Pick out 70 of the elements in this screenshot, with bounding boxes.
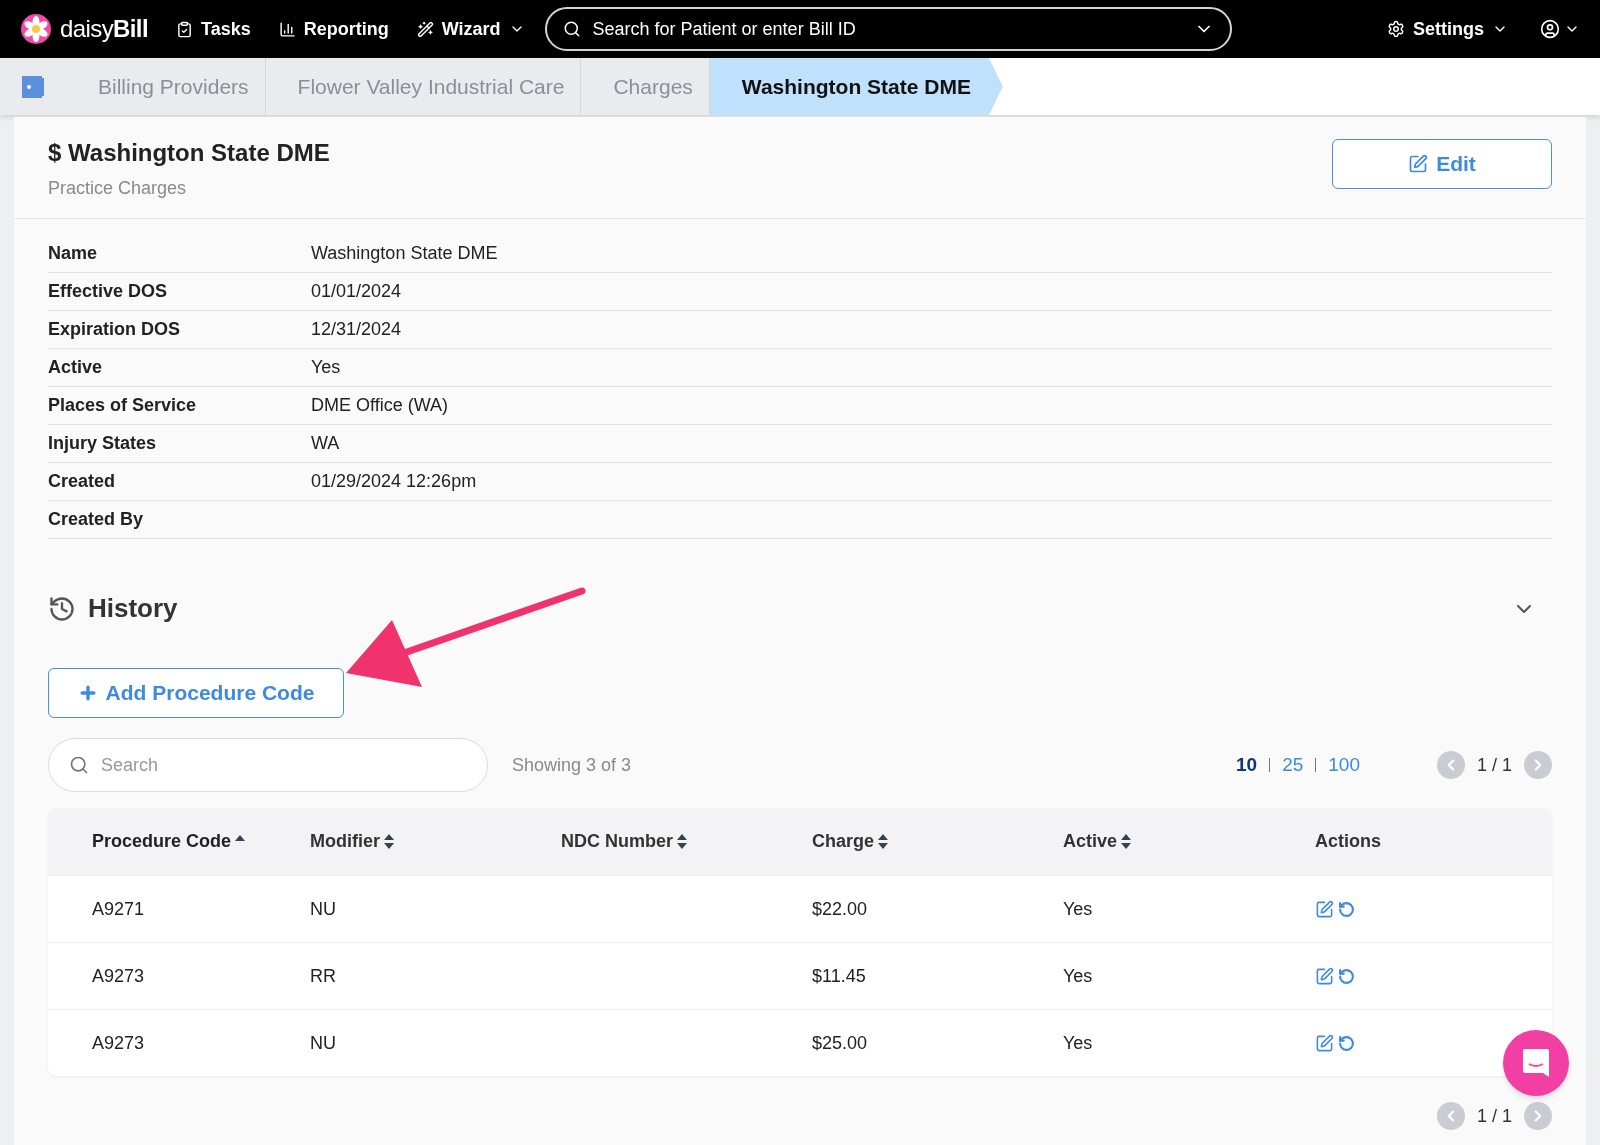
page-size-option[interactable]: 10 <box>1236 750 1258 780</box>
settings-icon <box>1387 20 1405 38</box>
detail-value: 12/31/2024 <box>311 318 402 341</box>
settings-menu[interactable]: Settings <box>1387 15 1508 43</box>
nav-menu-item[interactable]: Tasks <box>175 15 251 43</box>
history-icon[interactable] <box>1338 900 1355 918</box>
table-cell-text: $11.45 <box>812 964 866 988</box>
column-header[interactable]: Charge <box>812 828 888 855</box>
table-cell-text: Yes <box>1063 1031 1093 1055</box>
table-cell-text: $25.00 <box>812 1031 868 1055</box>
detail-label: Injury States <box>48 432 158 455</box>
detail-label: Created By <box>48 508 145 531</box>
app-logo-text[interactable]: daisyBill <box>60 11 148 47</box>
table-cell-text: NU <box>310 1031 336 1055</box>
detail-value: Washington State DME <box>311 242 498 265</box>
table-cell-text: Yes <box>1063 964 1093 988</box>
nav-menu-item[interactable]: Wizard <box>416 15 525 43</box>
table-cell-text: A9273 <box>92 1031 145 1055</box>
flower-logo-icon <box>20 13 52 45</box>
nav-menu-item[interactable]: Reporting <box>278 15 389 43</box>
binder-icon[interactable] <box>20 73 46 100</box>
edit-icon[interactable] <box>1315 899 1334 919</box>
detail-label: Created <box>48 470 117 493</box>
table-cell-text: Yes <box>1063 897 1093 921</box>
edit-icon[interactable] <box>1315 966 1334 986</box>
detail-value: Yes <box>311 356 341 379</box>
patient-search-field[interactable]: Search for Patient or enter Bill ID <box>544 7 1232 51</box>
search-icon <box>562 20 581 38</box>
column-header[interactable]: Procedure Code <box>92 828 246 855</box>
column-header[interactable]: NDC Number <box>561 828 687 855</box>
detail-label: Effective DOS <box>48 280 169 303</box>
search-icon <box>69 755 89 775</box>
page-indicator: 1 / 1 <box>1476 753 1512 777</box>
table-cell-text: A9273 <box>92 964 145 988</box>
page-indicator: 1 / 1 <box>1476 1104 1512 1128</box>
results-count: Showing 3 of 3 <box>512 753 632 777</box>
chat-bubble-icon <box>1521 1047 1551 1079</box>
clipboard-icon <box>175 20 193 38</box>
column-header[interactable]: Active <box>1063 828 1132 855</box>
detail-value: WA <box>311 432 340 455</box>
user-icon <box>1540 19 1560 39</box>
add-procedure-code-button[interactable]: Add Procedure Code <box>48 668 344 718</box>
section-title: History <box>88 592 178 625</box>
column-header: Actions <box>1315 830 1381 853</box>
patient-search-input[interactable]: Search for Patient or enter Bill ID <box>592 15 1182 43</box>
history-icon[interactable] <box>1338 1034 1355 1052</box>
page-subtitle: Practice Charges <box>48 177 188 200</box>
table-cell-text: NU <box>310 897 336 921</box>
table-cell-text: A9271 <box>92 897 145 921</box>
table-cell-text: $22.00 <box>812 897 868 921</box>
bar-chart-icon <box>278 20 296 38</box>
detail-value: 01/01/2024 <box>311 280 402 303</box>
detail-value: DME Office (WA) <box>311 394 448 417</box>
wand-icon <box>416 20 434 38</box>
detail-label: Expiration DOS <box>48 318 182 341</box>
history-icon <box>48 594 76 623</box>
edit-icon[interactable] <box>1315 1033 1334 1053</box>
page-title: $ Washington State DME <box>48 138 330 168</box>
detail-label: Active <box>48 356 104 379</box>
column-header[interactable]: Modifier <box>310 828 394 855</box>
edit-icon <box>1408 154 1429 174</box>
edit-button[interactable]: Edit <box>1332 139 1552 189</box>
detail-label: Places of Service <box>48 394 198 417</box>
table-search-input[interactable]: Search <box>101 751 467 779</box>
table-cell-text: RR <box>310 964 336 988</box>
breadcrumb-item[interactable]: Washington State DME <box>709 58 1003 115</box>
detail-value: 01/29/2024 12:26pm <box>311 470 477 493</box>
table-search-field[interactable]: Search <box>48 738 488 792</box>
detail-label: Name <box>48 242 99 265</box>
history-icon[interactable] <box>1338 967 1355 985</box>
